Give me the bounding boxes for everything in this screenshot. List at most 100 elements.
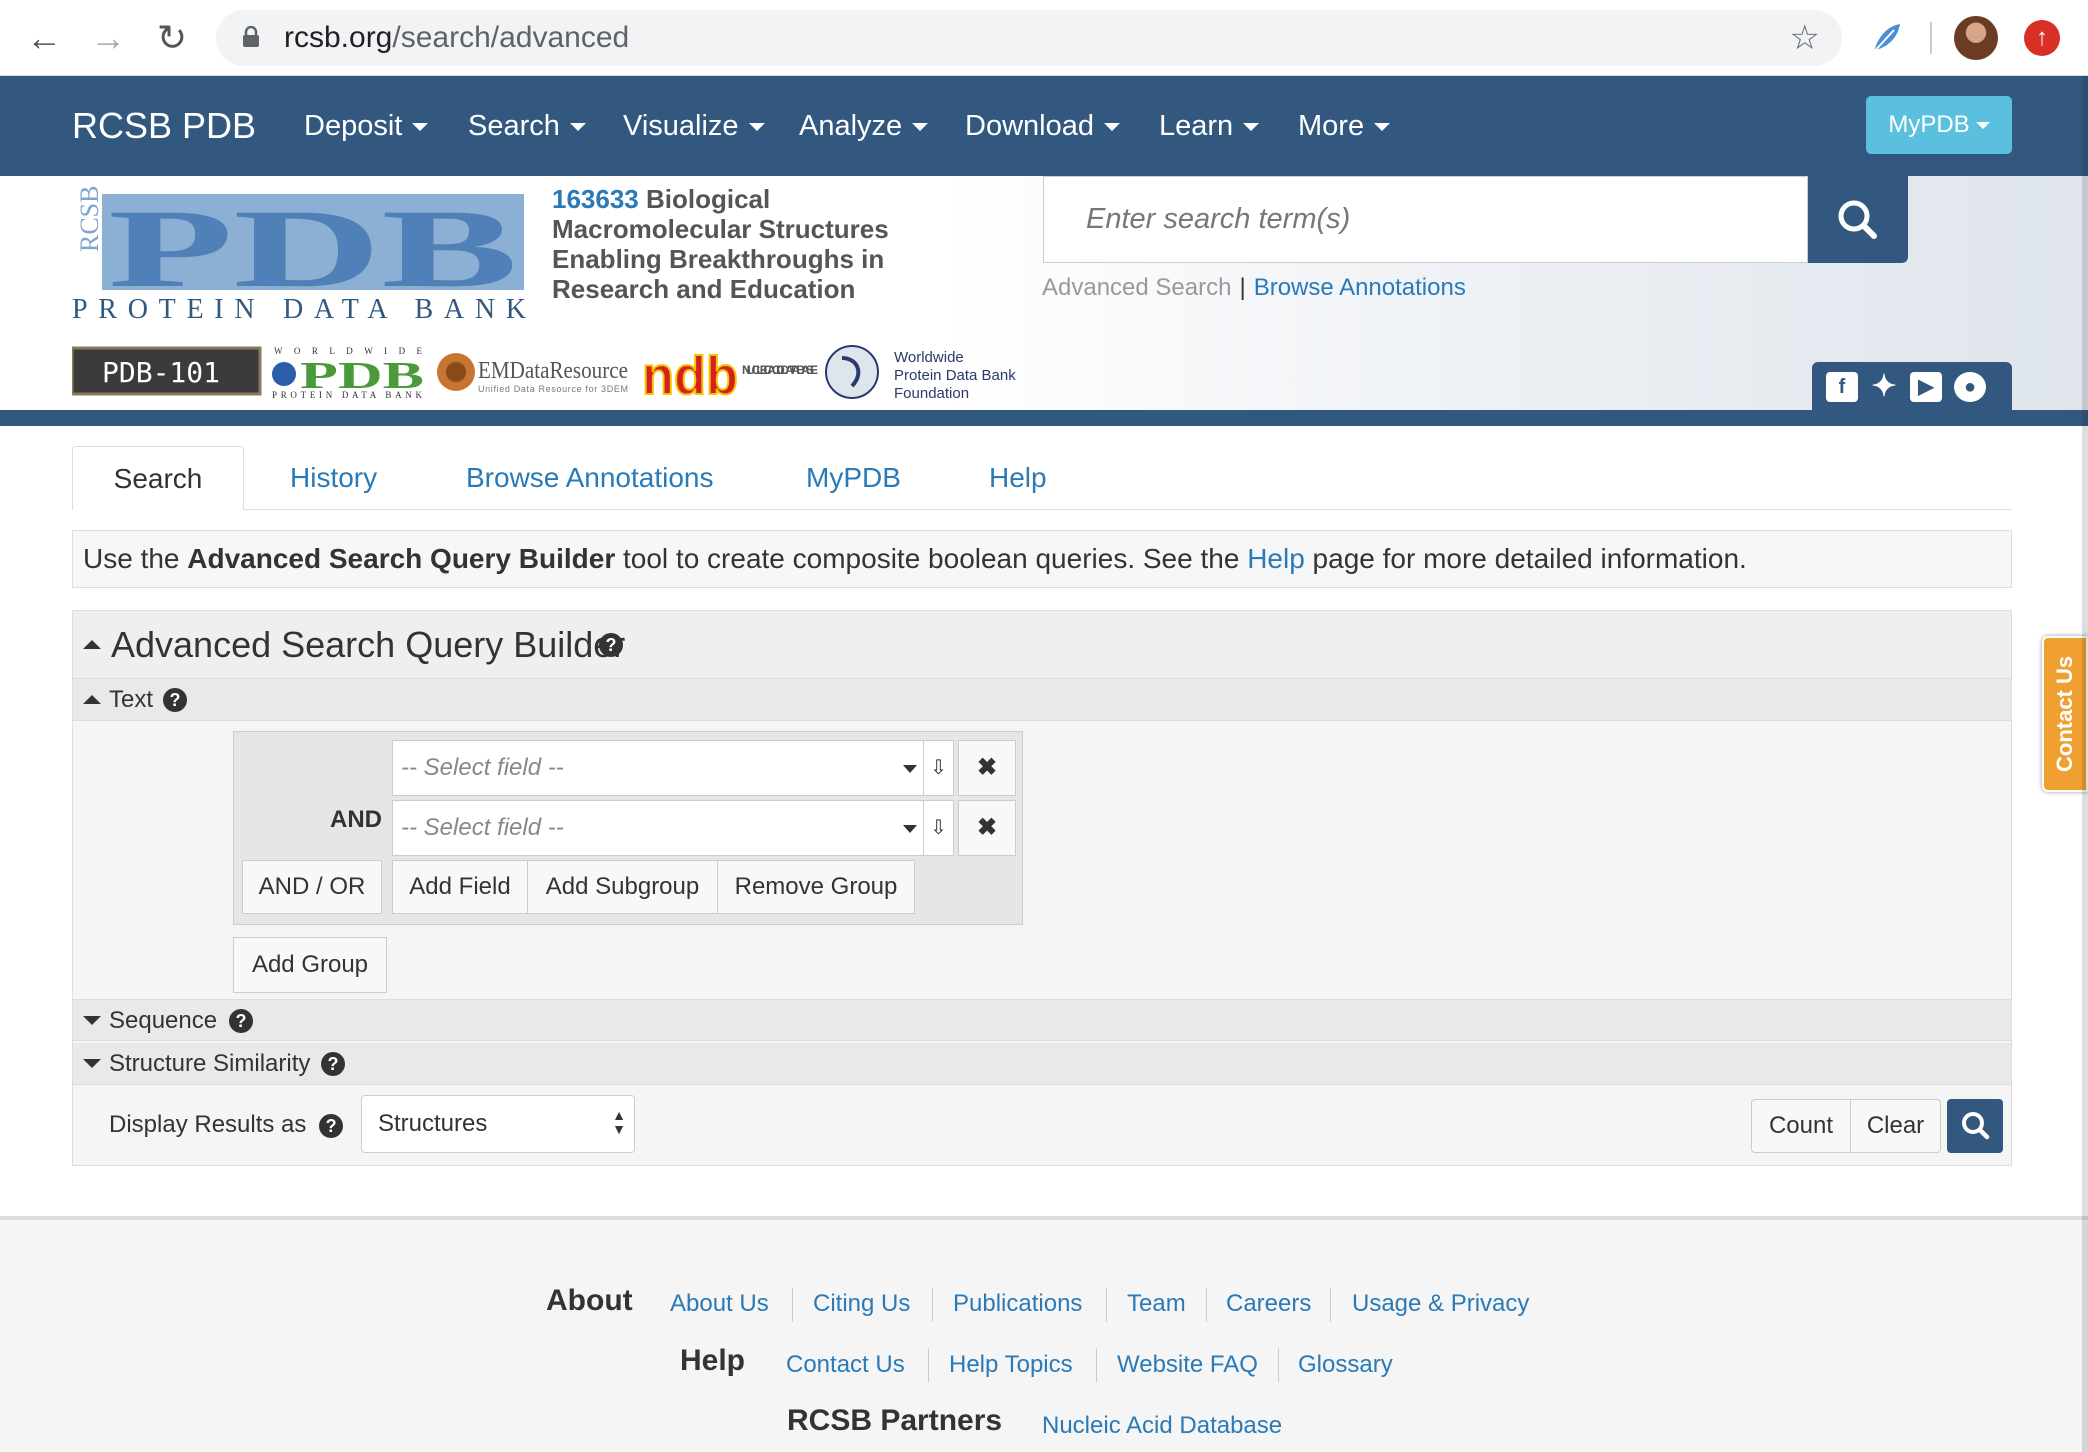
facebook-icon[interactable]: f (1826, 372, 1858, 402)
help-question-icon[interactable]: ? (321, 1052, 345, 1076)
dropdown-arrow-icon (903, 825, 917, 833)
select-field-dropdown[interactable]: -- Select field -- ⇩ (392, 800, 954, 856)
caret-down-icon (1103, 123, 1120, 132)
browse-annotations-link[interactable]: Browse Annotations (1254, 274, 1466, 301)
url-text: rcsb.org/search/advanced (284, 21, 630, 54)
logo-pdb: PDB (108, 187, 518, 311)
footer-about-heading: About (546, 1284, 633, 1317)
and-or-button[interactable]: AND / OR (242, 860, 382, 914)
text-section-header[interactable]: Text ? (73, 679, 2011, 721)
footer-divider (792, 1288, 793, 1322)
svg-text:Foundation: Foundation (894, 385, 969, 400)
youtube-icon[interactable]: ▶ (1910, 372, 1942, 402)
footer-link-contact-us[interactable]: Contact Us (786, 1351, 905, 1379)
forward-arrow-icon[interactable]: → (84, 14, 132, 62)
search-input[interactable]: Enter search term(s) (1043, 176, 1808, 263)
caret-down-icon (1975, 122, 1990, 130)
footer-link-usage-privacy[interactable]: Usage & Privacy (1352, 1290, 1529, 1318)
footer-link-team[interactable]: Team (1127, 1290, 1186, 1318)
footer-link-careers[interactable]: Careers (1226, 1290, 1311, 1318)
footer-link-help-topics[interactable]: Help Topics (949, 1351, 1073, 1379)
remove-field-button[interactable]: ✖ (958, 800, 1016, 856)
logo-rcsb: RCSB (75, 186, 104, 252)
and-operator-label: AND (330, 806, 382, 833)
footer-link-nucleic-acid-database[interactable]: Nucleic Acid Database (1042, 1412, 1282, 1440)
tab-help[interactable]: Help (989, 446, 1047, 510)
svg-text:PROTEIN DATA BANK: PROTEIN DATA BANK (272, 390, 423, 400)
footer-link-about-us[interactable]: About Us (670, 1290, 769, 1318)
caret-down-icon (1243, 123, 1260, 132)
results-bar: Display Results as ? Structures ▲ ▼ Count… (73, 1087, 2011, 1165)
pdb-logo[interactable]: RCSB PDB PROTEIN DATA BANK (72, 186, 528, 322)
help-link[interactable]: Help (1247, 543, 1305, 574)
dropdown-arrow-icon (903, 765, 917, 773)
chevron-double-down-icon[interactable]: ⇩ (923, 801, 953, 855)
address-bar[interactable]: rcsb.org/search/advanced ☆ (216, 10, 1842, 66)
tab-mypdb[interactable]: MyPDB (806, 446, 901, 510)
brand-link[interactable]: RCSB PDB (72, 76, 256, 176)
menu-more[interactable]: More (1298, 76, 1391, 176)
help-question-icon[interactable]: ? (229, 1009, 253, 1033)
display-results-select[interactable]: Structures ▲ ▼ (361, 1095, 635, 1153)
toolbar-divider (1930, 22, 1932, 54)
footer-link-glossary[interactable]: Glossary (1298, 1351, 1393, 1379)
footer-link-website-faq[interactable]: Website FAQ (1117, 1351, 1258, 1379)
pdb101-logo[interactable]: PDB-101 (72, 344, 262, 400)
menu-deposit[interactable]: Deposit (304, 76, 429, 176)
menu-learn[interactable]: Learn (1159, 76, 1260, 176)
sequence-section-header[interactable]: Sequence ? (73, 999, 2011, 1041)
footer-divider (932, 1288, 933, 1322)
chevron-double-down-icon[interactable]: ⇩ (923, 741, 953, 795)
search-button[interactable] (1808, 176, 1908, 263)
site-header: RCSB PDB PROTEIN DATA BANK 163633 Biolog… (0, 176, 2088, 410)
page-scrollbar[interactable] (2082, 76, 2088, 1452)
back-arrow-icon[interactable]: ← (20, 14, 68, 62)
footer-divider (1278, 1348, 1279, 1382)
tab-history[interactable]: History (290, 446, 377, 510)
github-icon[interactable]: ● (1954, 372, 1986, 402)
add-field-button[interactable]: Add Field (392, 860, 528, 914)
tab-browse-annotations[interactable]: Browse Annotations (466, 446, 714, 510)
menu-search[interactable]: Search (468, 76, 586, 176)
structure-similarity-section-header[interactable]: Structure Similarity ? (73, 1043, 2011, 1085)
menu-download[interactable]: Download (965, 76, 1120, 176)
menu-visualize[interactable]: Visualize (623, 76, 765, 176)
ndb-logo[interactable]: ndb NUCLEIC ACID DATABASE (642, 344, 822, 400)
structure-count-link[interactable]: 163633 (552, 184, 639, 214)
profile-avatar[interactable] (1954, 16, 1998, 60)
remove-group-button[interactable]: Remove Group (717, 860, 915, 914)
tab-search[interactable]: Search (72, 446, 244, 510)
wwpdb-foundation-logo[interactable]: Worldwide Protein Data Bank Foundation (824, 344, 1024, 400)
help-question-icon[interactable]: ? (599, 633, 623, 657)
feather-extension-icon[interactable] (1864, 16, 1908, 60)
update-arrow-icon[interactable]: ↑ (2024, 20, 2060, 56)
footer-help-heading: Help (680, 1344, 746, 1377)
caret-down-icon (569, 123, 586, 132)
wwpdb-logo[interactable]: WORLDWIDE PDB PROTEIN DATA BANK (270, 344, 426, 400)
footer-partners-heading: RCSB Partners (787, 1404, 1003, 1437)
count-button[interactable]: Count (1751, 1099, 1851, 1153)
social-links: f ✦ ▶ ● (1812, 362, 2012, 410)
advanced-search-link[interactable]: Advanced Search (1042, 274, 1231, 301)
mypdb-button[interactable]: MyPDB (1866, 96, 2012, 154)
select-field-dropdown[interactable]: -- Select field -- ⇩ (392, 740, 954, 796)
twitter-icon[interactable]: ✦ (1868, 372, 1900, 402)
bookmark-star-icon[interactable]: ☆ (1790, 18, 1820, 58)
footer-link-publications[interactable]: Publications (953, 1290, 1082, 1318)
footer-link-citing-us[interactable]: Citing Us (813, 1290, 910, 1318)
search-icon (1962, 1112, 1990, 1140)
reload-icon[interactable]: ↻ (148, 14, 196, 62)
remove-field-button[interactable]: ✖ (958, 740, 1016, 796)
query-builder-title: Advanced Search Query Builder (111, 624, 626, 665)
add-group-button[interactable]: Add Group (233, 937, 387, 993)
emdataresource-logo[interactable]: EMDataResource Unified Data Resource for… (436, 344, 632, 400)
clear-button[interactable]: Clear (1851, 1099, 1941, 1153)
query-builder-header[interactable]: Advanced Search Query Builder ? (73, 611, 2011, 679)
help-question-icon[interactable]: ? (163, 688, 187, 712)
header-divider-bar (0, 410, 2088, 426)
menu-analyze[interactable]: Analyze (799, 76, 929, 176)
search-tabs: Search History Browse Annotations MyPDB … (72, 446, 2012, 510)
run-search-button[interactable] (1947, 1099, 2003, 1153)
add-subgroup-button[interactable]: Add Subgroup (527, 860, 718, 914)
help-question-icon[interactable]: ? (319, 1113, 344, 1138)
